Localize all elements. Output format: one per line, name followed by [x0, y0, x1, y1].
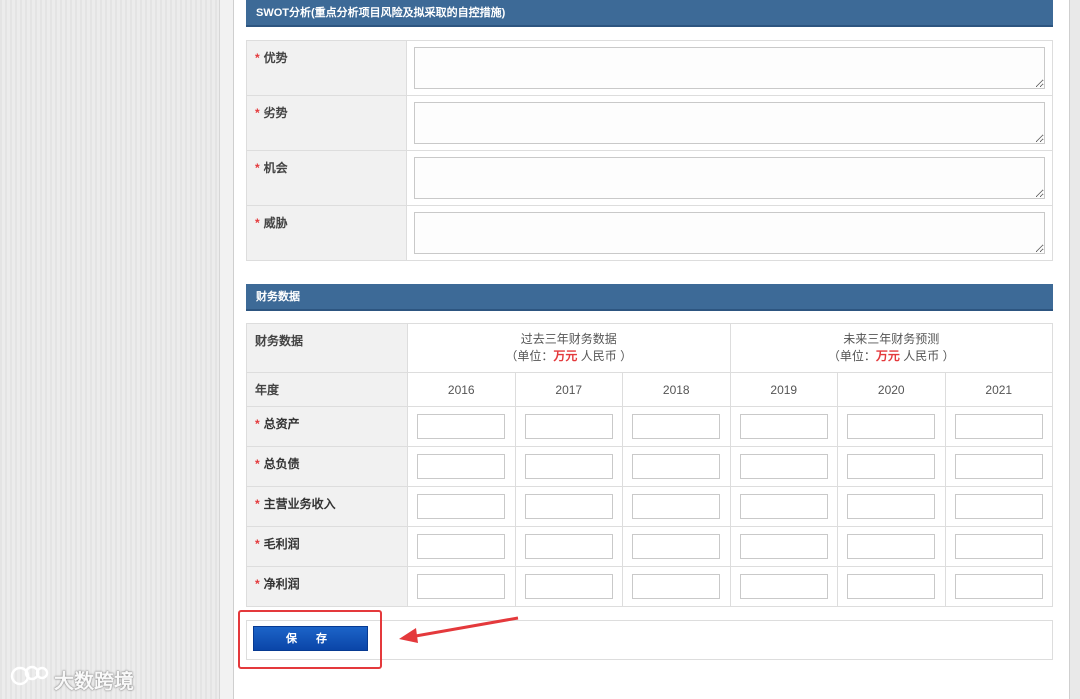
- swot-table: * 优势 * 劣势 * 机会 * 威胁: [246, 40, 1053, 261]
- finance-input-field[interactable]: [417, 574, 506, 599]
- right-background: [1070, 0, 1080, 699]
- finance-table: 财务数据 过去三年财务数据 （单位：万元 人民币 ） 未来三年财务预测 （单位：…: [246, 323, 1053, 607]
- opportunities-textarea[interactable]: [414, 157, 1045, 199]
- finance-row-label: * 毛利润: [246, 526, 408, 567]
- finance-input-field[interactable]: [847, 574, 936, 599]
- year-label: 年度: [246, 372, 408, 407]
- required-mark: *: [255, 577, 260, 591]
- swot-section-header: SWOT分析(重点分析项目风险及拟采取的自控措施): [246, 0, 1053, 27]
- finance-input-field[interactable]: [417, 454, 506, 479]
- swot-label: 机会: [263, 161, 288, 175]
- past-unit: （单位：万元 人民币 ）: [505, 349, 633, 363]
- watermark-logo-icon: [10, 664, 50, 694]
- finance-input-field[interactable]: [524, 414, 613, 439]
- finance-row: * 毛利润: [246, 526, 1053, 567]
- swot-label-cell: * 劣势: [246, 95, 407, 151]
- required-mark: *: [255, 106, 260, 120]
- swot-label-cell: * 威胁: [246, 205, 407, 261]
- finance-input-field[interactable]: [739, 454, 828, 479]
- finance-input-field[interactable]: [847, 414, 936, 439]
- required-mark: *: [255, 417, 260, 431]
- swot-label: 优势: [263, 51, 288, 65]
- finance-input-field[interactable]: [739, 534, 828, 559]
- threats-textarea[interactable]: [414, 212, 1045, 254]
- year-cell: 2018: [622, 372, 731, 407]
- required-mark: *: [255, 51, 260, 65]
- finance-input-field[interactable]: [954, 574, 1043, 599]
- left-gutter: [219, 0, 233, 699]
- swot-label: 劣势: [263, 106, 288, 120]
- past-financial-header: 过去三年财务数据 （单位：万元 人民币 ）: [407, 323, 731, 373]
- year-cell: 2019: [729, 372, 838, 407]
- finance-input-field[interactable]: [632, 414, 721, 439]
- future-financial-header: 未来三年财务预测 （单位：万元 人民币 ）: [729, 323, 1053, 373]
- finance-row-label: * 净利润: [246, 566, 408, 607]
- watermark-text: 大数跨境: [54, 670, 134, 693]
- strengths-textarea[interactable]: [414, 47, 1045, 89]
- finance-input-field[interactable]: [632, 494, 721, 519]
- finance-input-field[interactable]: [739, 414, 828, 439]
- watermark: 大数跨境: [10, 664, 134, 694]
- finance-input-field[interactable]: [847, 494, 936, 519]
- finance-input-field[interactable]: [524, 494, 613, 519]
- finance-section-header: 财务数据: [246, 284, 1053, 311]
- finance-input-field[interactable]: [847, 534, 936, 559]
- finance-input-field[interactable]: [417, 494, 506, 519]
- finance-row-label: * 总负债: [246, 446, 408, 487]
- required-mark: *: [255, 537, 260, 551]
- finance-input-field[interactable]: [417, 534, 506, 559]
- finance-input-field[interactable]: [954, 454, 1043, 479]
- finance-input-field[interactable]: [632, 454, 721, 479]
- finance-input-field[interactable]: [847, 454, 936, 479]
- annotation-arrow-icon: [399, 616, 519, 643]
- year-cell: 2020: [837, 372, 946, 407]
- finance-input-field[interactable]: [739, 494, 828, 519]
- future-unit: （单位：万元 人民币 ）: [827, 349, 955, 363]
- finance-input-field[interactable]: [954, 414, 1043, 439]
- finance-input-field[interactable]: [417, 414, 506, 439]
- weaknesses-textarea[interactable]: [414, 102, 1045, 144]
- finance-row: * 主营业务收入: [246, 486, 1053, 527]
- required-mark: *: [255, 497, 260, 511]
- swot-row-strengths: * 优势: [246, 40, 1053, 96]
- finance-input-field[interactable]: [632, 534, 721, 559]
- future-title: 未来三年财务预测: [843, 332, 940, 346]
- finance-input-field[interactable]: [524, 534, 613, 559]
- finance-row-label: * 总资产: [246, 406, 408, 447]
- finance-input-field[interactable]: [954, 494, 1043, 519]
- past-title: 过去三年财务数据: [520, 332, 617, 346]
- finance-row: * 总负债: [246, 446, 1053, 487]
- finance-rows: * 总资产 * 总负债 * 主营业务收入 * 毛利润 * 净利润: [246, 406, 1053, 607]
- finance-row: * 净利润: [246, 566, 1053, 607]
- year-cell: 2017: [514, 372, 623, 407]
- swot-row-weaknesses: * 劣势: [246, 95, 1053, 151]
- finance-row: * 总资产: [246, 406, 1053, 447]
- finance-input-field[interactable]: [524, 574, 613, 599]
- finance-input-field[interactable]: [524, 454, 613, 479]
- required-mark: *: [255, 216, 260, 230]
- year-cell: 2016: [407, 372, 516, 407]
- finance-input-field[interactable]: [954, 534, 1043, 559]
- year-cell: 2021: [944, 372, 1053, 407]
- year-row: 年度 2016 2017 2018 2019 2020 2021: [246, 372, 1053, 407]
- swot-row-opportunities: * 机会: [246, 150, 1053, 206]
- finance-input-field[interactable]: [739, 574, 828, 599]
- swot-label: 威胁: [263, 216, 288, 230]
- annotation-highlight-box: [238, 610, 382, 669]
- finance-input-field[interactable]: [632, 574, 721, 599]
- finance-header-label: 财务数据: [246, 323, 408, 373]
- required-mark: *: [255, 457, 260, 471]
- swot-label-cell: * 机会: [246, 150, 407, 206]
- swot-label-cell: * 优势: [246, 40, 407, 96]
- swot-row-threats: * 威胁: [246, 205, 1053, 261]
- finance-row-label: * 主营业务收入: [246, 486, 408, 527]
- left-background: [0, 0, 220, 699]
- required-mark: *: [255, 161, 260, 175]
